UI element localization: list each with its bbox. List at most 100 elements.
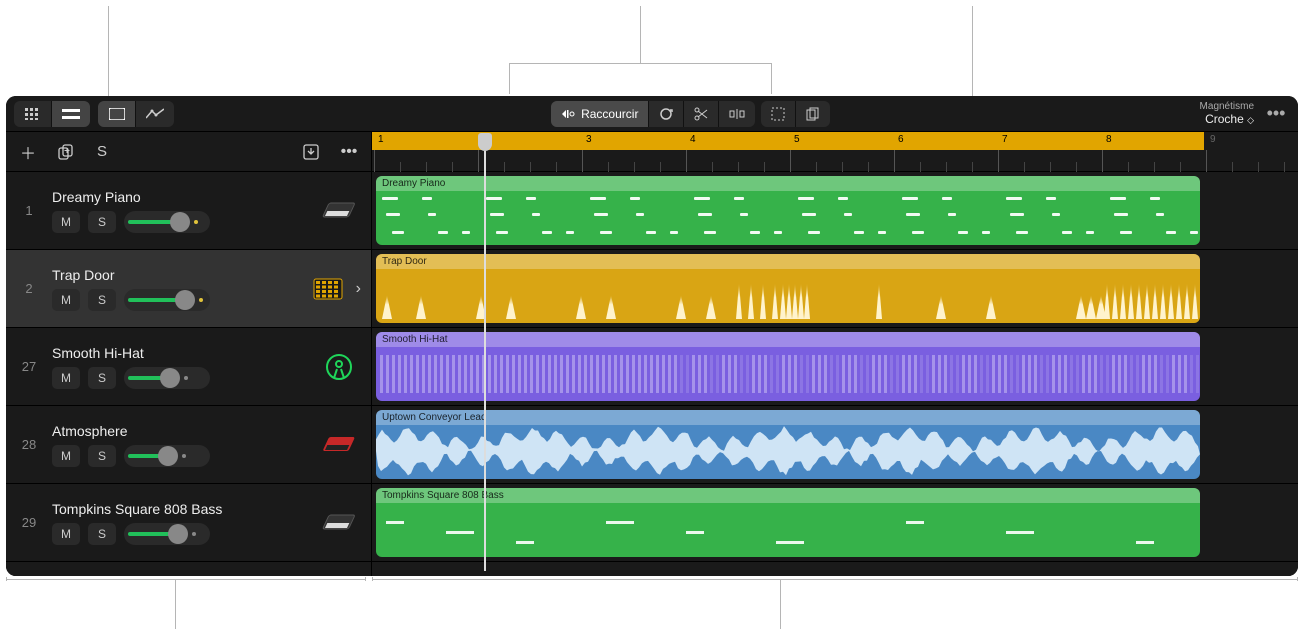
track-header[interactable]: 28 Atmosphere M S [6, 406, 371, 484]
loop-tool-button[interactable] [649, 101, 684, 127]
library-button[interactable] [14, 101, 52, 127]
track-name: Trap Door [52, 267, 306, 283]
snap-value: Croche [1205, 112, 1244, 126]
timeline[interactable]: Dreamy Piano Trap Door Smooth Hi-Hat Upt… [372, 172, 1298, 576]
bar-number: 7 [1002, 134, 1008, 145]
region-row: Trap Door [372, 250, 1298, 328]
bar-number: 3 [586, 134, 592, 145]
plus-icon: ＋ [20, 140, 36, 164]
track-name: Atmosphere [52, 423, 317, 439]
mute-button[interactable]: M [52, 523, 80, 545]
region[interactable]: Dreamy Piano [376, 176, 1200, 245]
automation-mode-button[interactable] [136, 101, 174, 127]
region-icon [109, 108, 125, 120]
tracks-area: 1 Dreamy Piano M S 2 Trap Door M S [6, 172, 1298, 576]
scissors-tool-button[interactable] [684, 101, 719, 127]
duplicate-icon [58, 144, 74, 160]
mute-button[interactable]: M [52, 211, 80, 233]
region-label: Dreamy Piano [376, 176, 1200, 191]
volume-slider[interactable] [124, 367, 210, 389]
volume-slider[interactable] [124, 445, 210, 467]
split-tool-button[interactable] [719, 101, 755, 127]
track-number: 1 [6, 203, 52, 218]
duplicate-track-button[interactable] [54, 140, 78, 164]
instrument-icon [317, 435, 361, 455]
instrument-icon [317, 201, 361, 221]
bar-number: 4 [690, 134, 696, 145]
ruler[interactable]: 123456789 [372, 132, 1298, 171]
region-row: Tompkins Square 808 Bass [372, 484, 1298, 562]
trim-tool-button[interactable]: Raccourcir [551, 101, 649, 127]
mute-button[interactable]: M [52, 289, 80, 311]
trim-icon [561, 108, 575, 120]
track-number: 2 [6, 281, 52, 296]
mute-button[interactable]: M [52, 445, 80, 467]
automation-icon [146, 108, 164, 120]
ellipsis-icon: ••• [1267, 103, 1286, 123]
import-icon [303, 144, 319, 160]
split-icon [729, 107, 745, 121]
more-menu-button[interactable]: ••• [1262, 103, 1290, 124]
region[interactable]: Tompkins Square 808 Bass [376, 488, 1200, 557]
sub-toolbar: ＋ S ••• 123456789 [6, 132, 1298, 172]
region-label: Smooth Hi-Hat [376, 332, 1200, 347]
solo-button[interactable]: S [88, 367, 116, 389]
track-options-button[interactable]: ••• [337, 140, 361, 164]
tracks-button[interactable] [52, 101, 90, 127]
bar-number: 6 [898, 134, 904, 145]
track-header[interactable]: 27 Smooth Hi-Hat M S [6, 328, 371, 406]
view-mode-group [14, 101, 90, 127]
instrument-icon [317, 352, 361, 382]
marquee-icon [771, 107, 785, 121]
track-number: 27 [6, 359, 52, 374]
import-button[interactable] [299, 140, 323, 164]
track-header-toolbar: ＋ S ••• [6, 132, 372, 171]
region-label: Trap Door [376, 254, 1200, 269]
region-row: Uptown Conveyor Lead [372, 406, 1298, 484]
volume-slider[interactable] [124, 211, 210, 233]
track-name: Dreamy Piano [52, 189, 317, 205]
region-label: Tompkins Square 808 Bass [376, 488, 1200, 503]
solo-button[interactable]: S [88, 289, 116, 311]
solo-button[interactable]: S [88, 211, 116, 233]
volume-slider[interactable] [124, 523, 210, 545]
track-headers: 1 Dreamy Piano M S 2 Trap Door M S [6, 172, 372, 576]
track-header[interactable]: 1 Dreamy Piano M S [6, 172, 371, 250]
region-row: Smooth Hi-Hat [372, 328, 1298, 406]
snap-setting[interactable]: Magnétisme Croche ◇ [1200, 101, 1254, 126]
edit-tools: Raccourcir [551, 101, 830, 127]
track-name: Tompkins Square 808 Bass [52, 501, 317, 517]
tracks-icon [62, 108, 80, 120]
marquee-tool-button[interactable] [761, 101, 796, 127]
region[interactable]: Trap Door [376, 254, 1200, 323]
grid-icon [25, 108, 41, 120]
track-header[interactable]: 29 Tompkins Square 808 Bass M S [6, 484, 371, 562]
bar-number: 5 [794, 134, 800, 145]
region-mode-button[interactable] [98, 101, 136, 127]
track-name: Smooth Hi-Hat [52, 345, 317, 361]
loop-icon [659, 107, 673, 121]
solo-button[interactable]: S [88, 523, 116, 545]
add-track-button[interactable]: ＋ [16, 140, 40, 164]
track-header[interactable]: 2 Trap Door M S › [6, 250, 371, 328]
copy-tool-button[interactable] [796, 101, 830, 127]
track-number: 29 [6, 515, 52, 530]
global-solo-button[interactable]: S [92, 143, 112, 160]
mute-button[interactable]: M [52, 367, 80, 389]
app-window: Raccourcir [6, 96, 1298, 576]
playhead[interactable] [478, 133, 492, 151]
volume-slider[interactable] [124, 289, 210, 311]
region-label: Uptown Conveyor Lead [376, 410, 1200, 425]
track-number: 28 [6, 437, 52, 452]
region[interactable]: Uptown Conveyor Lead [376, 410, 1200, 479]
bar-number: 9 [1210, 134, 1216, 145]
ellipsis-icon: ••• [341, 143, 358, 161]
scissors-icon [694, 107, 708, 121]
top-toolbar: Raccourcir [6, 96, 1298, 132]
region[interactable]: Smooth Hi-Hat [376, 332, 1200, 401]
chevron-right-icon[interactable]: › [350, 280, 361, 298]
instrument-icon [306, 278, 350, 300]
instrument-icon [317, 513, 361, 533]
bar-number: 8 [1106, 134, 1112, 145]
solo-button[interactable]: S [88, 445, 116, 467]
